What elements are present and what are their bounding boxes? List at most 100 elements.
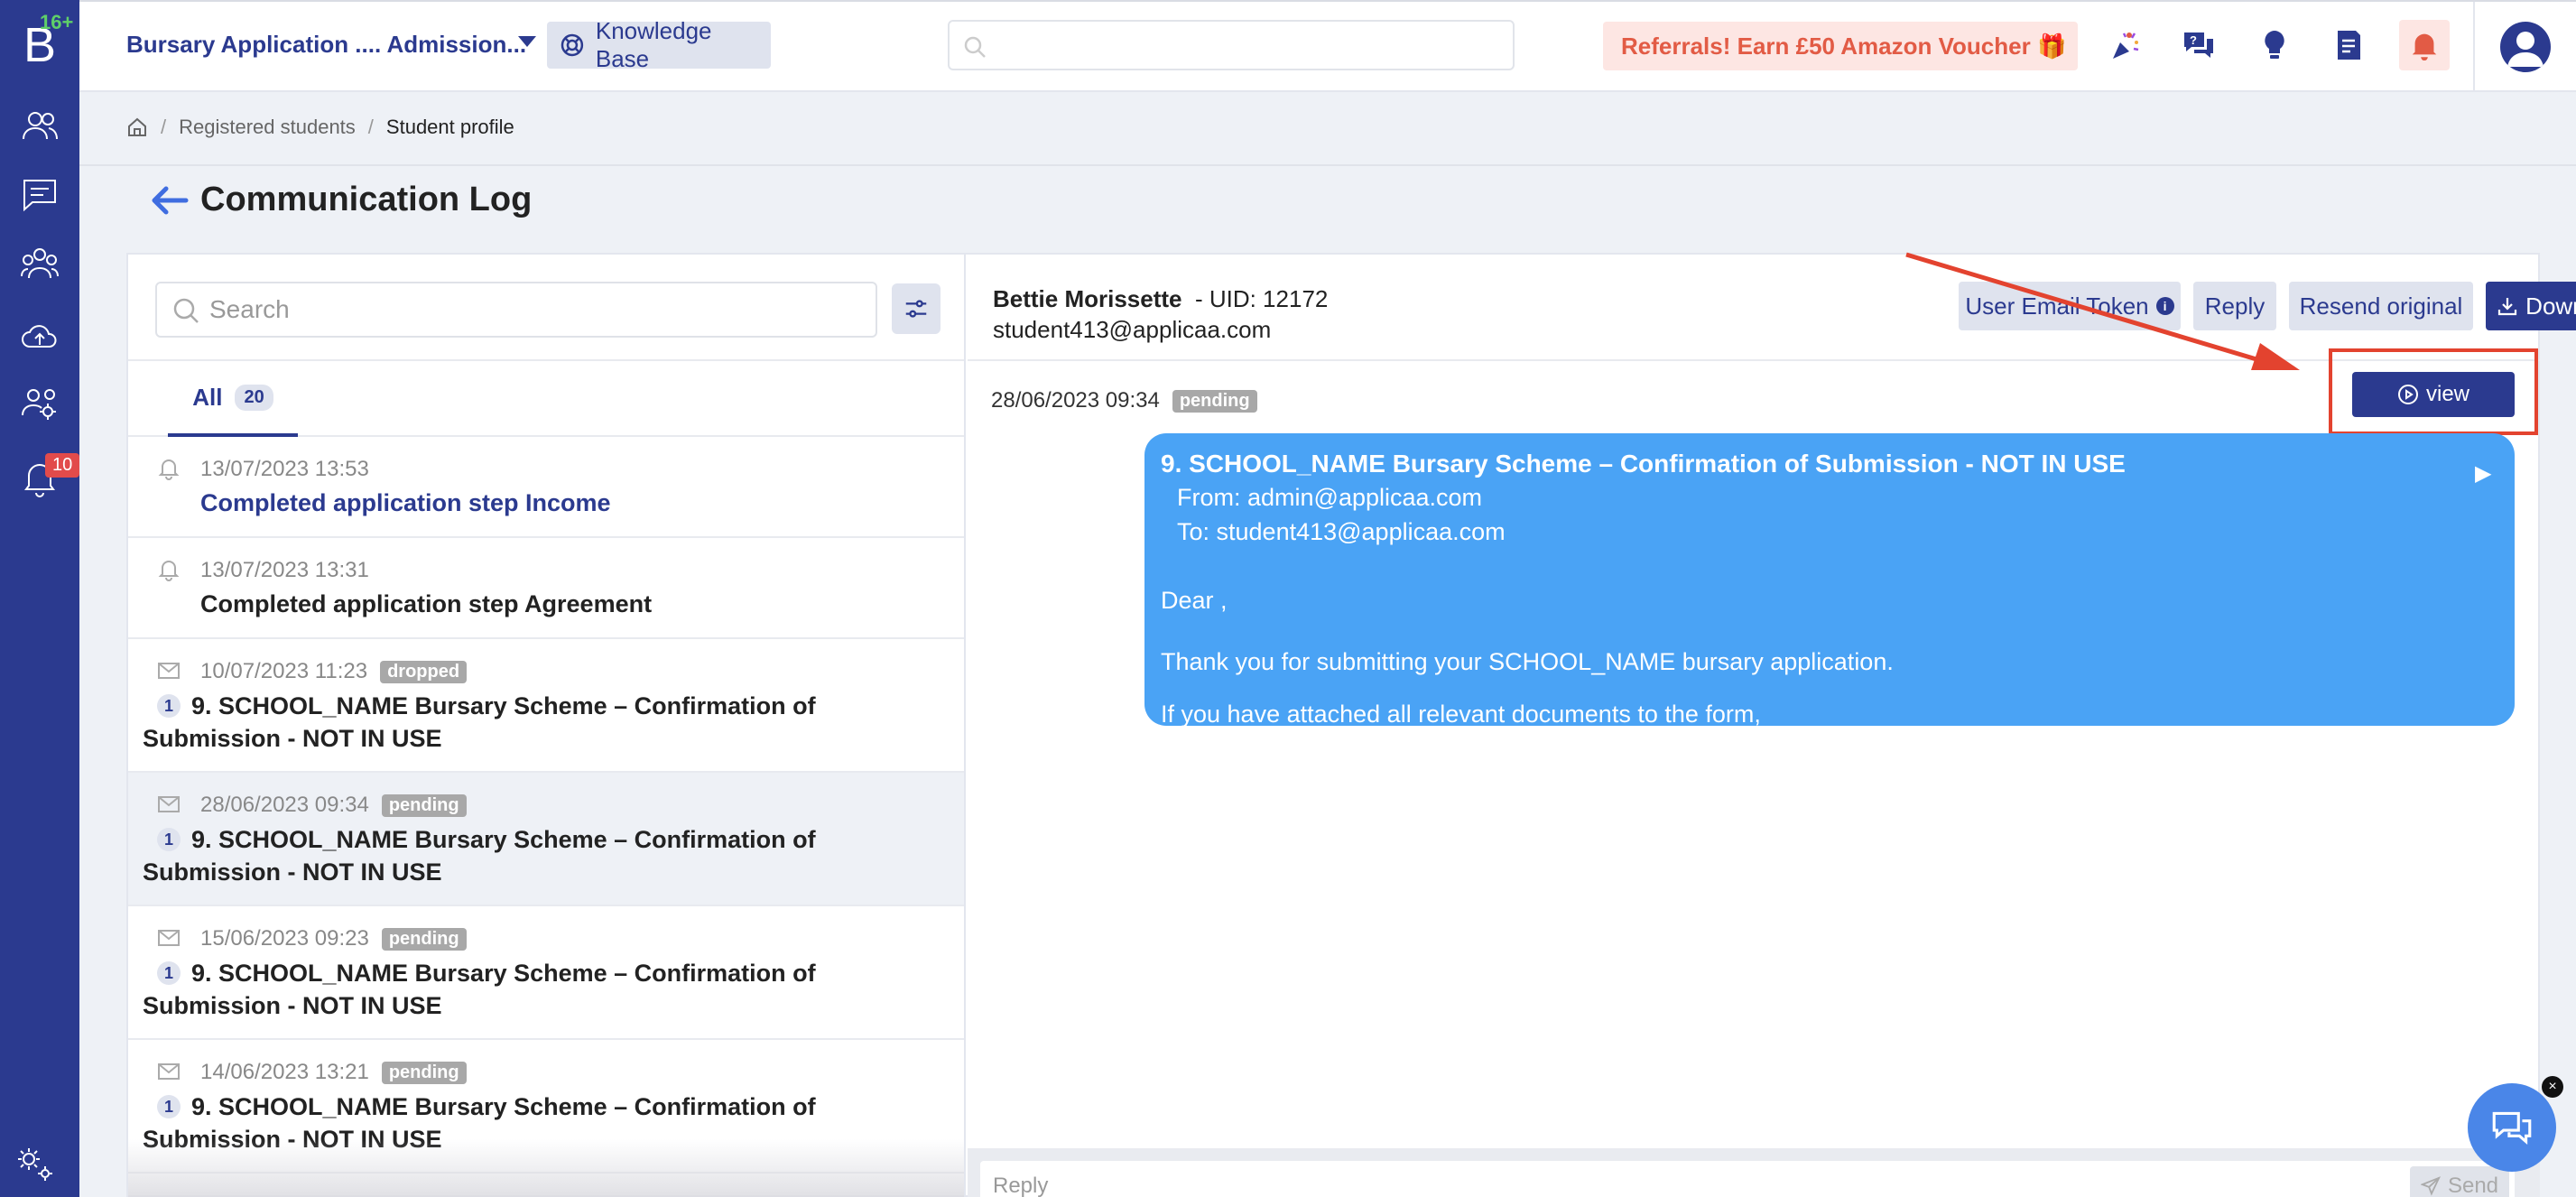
settings-gear-icon[interactable] [13,1141,58,1186]
resend-original-button[interactable]: Resend original [2289,282,2473,330]
top-bar: Bursary Application .... Admission... Kn… [79,0,2576,92]
list-item-date: 10/07/2023 11:23 dropped [200,659,468,684]
page-title: Communication Log [200,181,533,218]
list-item-title: Completed application step Agreement [200,590,653,617]
expand-play-icon[interactable]: ▶ [2475,460,2491,487]
attempt-count-badge: 1 [157,694,181,718]
alerts-bell-button[interactable] [2399,20,2450,70]
detail-header-divider [968,359,2540,361]
download-button[interactable]: Download [2486,282,2576,330]
app-selector-title[interactable]: Bursary Application .... Admission... [126,31,526,59]
list-item-selected[interactable]: 28/06/2023 09:34 pending 1 9. SCHOOL_NAME… [128,773,964,906]
upload-cloud-icon[interactable] [13,311,67,365]
global-search-input[interactable] [948,20,1515,70]
message-date: 28/06/2023 09:34 pending [991,388,1257,413]
chat-icon [2492,1111,2532,1145]
bell-icon [2412,33,2437,61]
list-item-title: 1 9. SCHOOL_NAME Bursary Scheme – Confirm… [143,960,816,1019]
bell-icon [158,459,180,480]
email-body-line: If you have attached all relevant docume… [1161,701,1761,726]
list-item-date: 15/06/2023 09:23 pending [200,926,467,951]
email-body-line: Thank you for submitting your SCHOOL_NAM… [1161,648,1894,675]
breadcrumb-registered-students[interactable]: Registered students [179,116,356,139]
status-badge: pending [381,927,467,951]
users-icon[interactable] [13,99,67,153]
email-subject: 9. SCHOOL_NAME Bursary Scheme – Confirma… [1161,450,2126,478]
log-list-panel: Search All 20 13/07/2023 13:53 Completed… [128,255,966,1197]
email-message-bubble[interactable]: 9. SCHOOL_NAME Bursary Scheme – Confirma… [1144,433,2515,726]
list-item[interactable]: 13/07/2023 13:53 Completed application s… [128,437,964,538]
status-badge: dropped [380,660,468,683]
list-item-title: 1 9. SCHOOL_NAME Bursary Scheme – Confirm… [143,826,816,886]
attempt-count-badge: 1 [157,828,181,851]
team-settings-icon[interactable] [13,377,67,431]
topbar-divider [2473,2,2475,92]
document-icon[interactable] [2329,25,2368,65]
list-item-title[interactable]: Completed application step Income [200,489,611,517]
search-icon [964,36,986,58]
back-arrow-icon[interactable] [150,184,190,217]
status-badge: pending [381,793,467,817]
reply-input[interactable]: Reply [980,1161,2515,1197]
log-search-input[interactable]: Search [155,282,877,338]
email-from: From: admin@applicaa.com [1177,484,1483,511]
send-button[interactable]: Send [2410,1166,2509,1197]
tab-all-count: 20 [235,384,273,411]
chat-question-icon[interactable]: ? [2179,25,2219,65]
list-item-title: 1 9. SCHOOL_NAME Bursary Scheme – Confirm… [143,692,816,752]
logo-age-badge: 16+ [40,11,74,33]
email-to: To: student413@applicaa.com [1177,518,1506,545]
tab-all[interactable]: All 20 [168,361,298,437]
knowledge-base-label: Knowledge Base [595,17,712,72]
knowledge-base-button[interactable]: Knowledge Base [547,17,771,72]
message-detail-panel: Bettie Morissette - UID: 12172 student41… [968,255,2576,1197]
envelope-icon [158,796,180,812]
breadcrumb-separator: / [367,116,374,138]
support-chat-button[interactable] [2468,1083,2556,1172]
user-avatar-icon[interactable] [2500,22,2551,72]
user-email-token-button[interactable]: User Email Token i [1959,282,2181,330]
list-item-date: 13/07/2023 13:31 [200,558,369,582]
sliders-icon [905,300,927,318]
notifications-count-badge: 10 [45,453,80,478]
bell-icon [158,561,180,581]
app-logo[interactable]: B 16+ [0,0,79,90]
log-search-placeholder: Search [209,295,290,323]
messages-icon[interactable] [13,168,67,222]
communication-log-card: Search All 20 13/07/2023 13:53 Completed… [126,253,2576,1197]
envelope-icon [158,663,180,679]
info-icon: i [2155,297,2174,315]
groups-icon[interactable] [13,237,67,291]
tab-all-label: All [192,383,223,411]
list-item[interactable]: 15/06/2023 09:23 pending 1 9. SCHOOL_NAME… [128,906,964,1040]
list-item[interactable]: 13/07/2023 13:31 Completed application s… [128,538,964,639]
student-name: Bettie Morissette - UID: 12172 [993,285,1329,312]
status-badge: pending [1172,389,1257,413]
filter-button[interactable] [892,283,941,334]
status-badge: pending [381,1061,467,1084]
lightbulb-icon[interactable] [2255,25,2294,65]
attempt-count-badge: 1 [157,961,181,985]
send-icon [2420,1176,2441,1196]
envelope-icon [158,930,180,946]
lifebuoy-icon [561,33,584,57]
search-icon [173,298,199,323]
reply-button[interactable]: Reply [2193,282,2276,330]
list-item[interactable]: 10/07/2023 11:23 dropped 1 9. SCHOOL_NAME… [128,639,964,773]
referral-banner[interactable]: Referrals! Earn £50 Amazon Voucher 🎁 [1603,22,2078,70]
list-item-date: 13/07/2023 13:53 [200,457,369,481]
list-item-date: 28/06/2023 09:34 pending [200,793,467,818]
celebration-icon[interactable] [2105,25,2145,65]
close-icon[interactable]: × [2542,1076,2563,1098]
log-tabs: All 20 [128,359,964,437]
chevron-down-icon[interactable] [518,36,536,47]
home-icon[interactable] [126,116,148,138]
breadcrumb-divider [79,164,2576,166]
sidebar: B 16+ 10 [0,0,80,1197]
envelope-icon [158,1063,180,1080]
svg-text:?: ? [2190,33,2197,47]
student-email: student413@applicaa.com [993,316,1272,343]
email-greeting: Dear , [1161,587,1228,614]
list-scroll-fade [128,1139,964,1197]
student-uid: - UID: 12172 [1194,285,1329,312]
